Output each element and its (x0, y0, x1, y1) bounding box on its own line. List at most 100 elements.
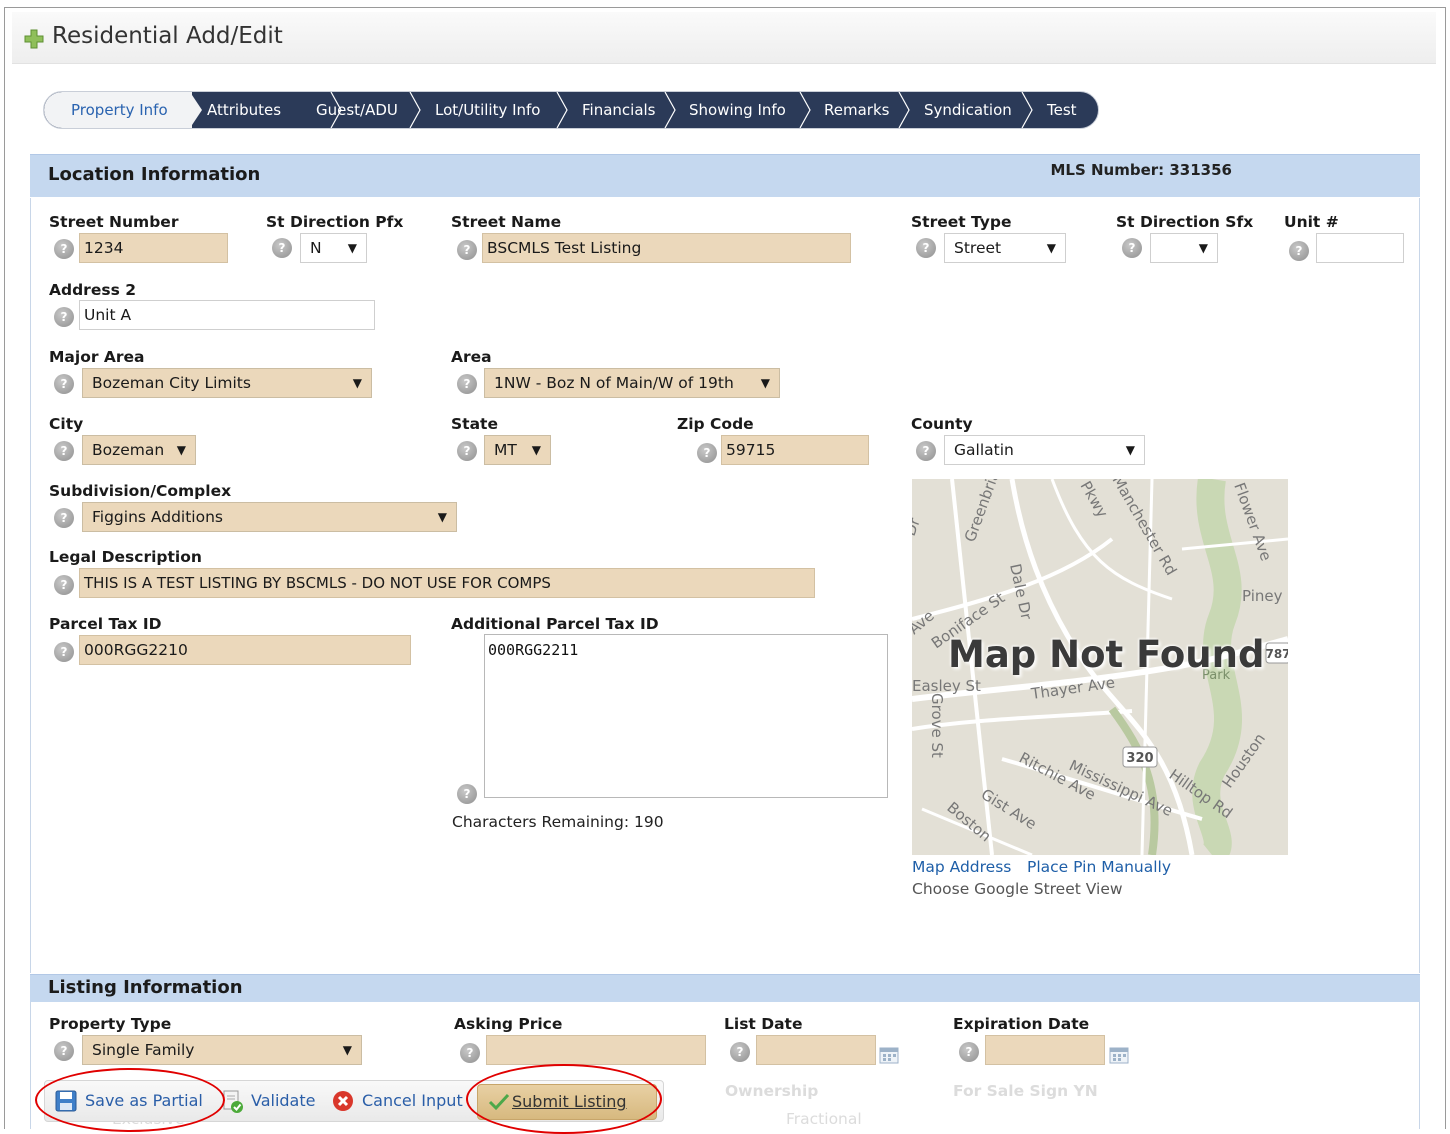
help-icon[interactable]: ? (457, 784, 477, 804)
st-direction-pfx-value: N (310, 239, 322, 257)
help-icon[interactable]: ? (54, 575, 74, 595)
help-icon[interactable]: ? (54, 441, 74, 461)
help-icon[interactable]: ? (54, 508, 74, 528)
map-address-link[interactable]: Map Address (912, 858, 1011, 876)
state-select[interactable]: MT ▼ (484, 435, 551, 465)
st-direction-sfx-label: St Direction Sfx (1116, 213, 1254, 231)
tab-showing-info[interactable]: Showing Info (689, 92, 786, 128)
county-select[interactable]: Gallatin ▼ (944, 435, 1145, 465)
plus-icon (24, 29, 44, 49)
listing-section-header: Listing Information (30, 974, 1420, 1002)
help-icon[interactable]: ? (457, 441, 477, 461)
address2-label: Address 2 (49, 281, 136, 299)
major-area-select[interactable]: Bozeman City Limits ▼ (82, 368, 372, 398)
map-street-label: Grove St (928, 693, 946, 758)
zip-input[interactable]: 59715 (721, 435, 869, 465)
additional-parcel-tax-id-label: Additional Parcel Tax ID (451, 615, 659, 633)
major-area-label: Major Area (49, 348, 145, 366)
calendar-icon[interactable] (1109, 1046, 1129, 1064)
street-number-input[interactable]: 1234 (79, 233, 228, 263)
street-view-link[interactable]: Choose Google Street View (912, 880, 1123, 898)
help-icon[interactable]: ? (1122, 238, 1142, 258)
help-icon[interactable]: ? (54, 1041, 74, 1061)
ownership-label: Ownership (725, 1082, 819, 1100)
tab-property-info[interactable]: Property Info (44, 92, 192, 128)
map-not-found-caption: Map Not Found (948, 633, 1265, 676)
unit-input[interactable] (1316, 233, 1404, 263)
subdivision-label: Subdivision/Complex (49, 482, 232, 500)
help-icon[interactable]: ? (730, 1042, 750, 1062)
chevron-down-icon: ▼ (437, 510, 447, 524)
cancel-input-button[interactable]: Cancel Input (332, 1088, 463, 1114)
help-icon[interactable]: ? (54, 239, 74, 259)
tab-lot-utility-info[interactable]: Lot/Utility Info (435, 92, 540, 128)
area-label: Area (451, 348, 492, 366)
characters-remaining: Characters Remaining: 190 (452, 813, 664, 831)
help-icon[interactable]: ? (54, 642, 74, 662)
street-type-select[interactable]: Street ▼ (944, 233, 1066, 263)
title-bar: Residential Add/Edit (12, 12, 1436, 64)
map-street-label: Piney (1242, 587, 1283, 605)
help-icon[interactable]: ? (916, 238, 936, 258)
city-value: Bozeman (92, 441, 165, 459)
expiration-date-label: Expiration Date (953, 1015, 1090, 1033)
tab-attributes[interactable]: Attributes (207, 92, 281, 128)
tab-active-arrow (190, 92, 202, 128)
asking-price-label: Asking Price (454, 1015, 563, 1033)
tab-remarks[interactable]: Remarks (824, 92, 889, 128)
chevron-down-icon: ▼ (1198, 241, 1208, 255)
help-icon[interactable]: ? (457, 240, 477, 260)
mls-number: MLS Number: 331356 (1050, 161, 1232, 179)
help-icon[interactable]: ? (959, 1042, 979, 1062)
validate-button[interactable]: Validate (221, 1088, 315, 1114)
street-name-input[interactable]: BSCMLS Test Listing (482, 233, 851, 263)
legal-description-input[interactable]: THIS IS A TEST LISTING BY BSCMLS - DO NO… (79, 568, 815, 598)
help-icon[interactable]: ? (697, 443, 717, 463)
tab-financials[interactable]: Financials (582, 92, 656, 128)
tab-guest-adu[interactable]: Guest/ADU (316, 92, 398, 128)
unit-label: Unit # (1284, 213, 1339, 231)
tab-syndication[interactable]: Syndication (924, 92, 1012, 128)
cancel-icon (333, 1091, 353, 1111)
calendar-icon[interactable] (879, 1046, 899, 1064)
chevron-down-icon: ▼ (531, 443, 541, 457)
property-type-label: Property Type (49, 1015, 172, 1033)
help-icon[interactable]: ? (457, 374, 477, 394)
chevron-down-icon: ▼ (347, 241, 357, 255)
tab-bar: Property Info Attributes Guest/ADU Lot/U… (43, 91, 1099, 129)
validate-label: Validate (251, 1091, 316, 1110)
st-direction-pfx-select[interactable]: N ▼ (300, 233, 367, 263)
property-type-value: Single Family (92, 1041, 195, 1059)
expiration-date-input[interactable] (985, 1035, 1105, 1065)
address2-input[interactable]: Unit A (79, 300, 375, 330)
legal-description-label: Legal Description (49, 548, 202, 566)
place-pin-link[interactable]: Place Pin Manually (1027, 858, 1171, 876)
street-type-value: Street (954, 239, 1002, 257)
area-select[interactable]: 1NW - Boz N of Main/W of 19th ▼ (484, 368, 780, 398)
city-select[interactable]: Bozeman ▼ (82, 435, 196, 465)
property-type-select[interactable]: Single Family ▼ (82, 1035, 362, 1065)
help-icon[interactable]: ? (54, 307, 74, 327)
help-icon[interactable]: ? (1289, 241, 1309, 261)
asking-price-input[interactable] (486, 1035, 706, 1065)
tab-test[interactable]: Test (1047, 92, 1077, 128)
location-section-header: Location Information MLS Number: 331356 (30, 154, 1420, 197)
help-icon[interactable]: ? (54, 374, 74, 394)
annotation-circle (35, 1068, 225, 1132)
help-icon[interactable]: ? (460, 1043, 480, 1063)
parcel-tax-id-label: Parcel Tax ID (49, 615, 162, 633)
st-direction-sfx-select[interactable]: ▼ (1150, 233, 1218, 263)
street-name-label: Street Name (451, 213, 562, 231)
city-label: City (49, 415, 84, 433)
subdivision-select[interactable]: Figgins Additions ▼ (82, 502, 457, 532)
list-date-input[interactable] (756, 1035, 876, 1065)
map-panel[interactable]: 320 787 Dale Dr Greenbriar Manchester Rd… (912, 479, 1288, 855)
help-icon[interactable]: ? (272, 238, 292, 258)
map-road-badge: 787 (1265, 647, 1288, 661)
help-icon[interactable]: ? (916, 441, 936, 461)
chevron-down-icon: ▼ (176, 443, 186, 457)
additional-parcel-tax-id-textarea[interactable]: 000RGG2211 (484, 634, 888, 798)
tab-separator-icon (409, 92, 421, 128)
tab-separator-icon (1021, 92, 1033, 128)
parcel-tax-id-input[interactable]: 000RGG2210 (79, 635, 411, 665)
